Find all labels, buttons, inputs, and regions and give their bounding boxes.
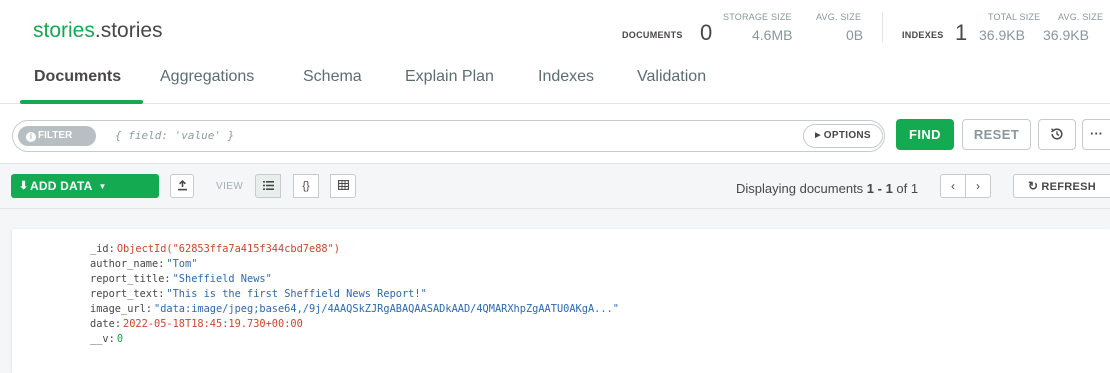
refresh-icon: ↻ (1027, 179, 1039, 193)
refresh-button[interactable]: ↻ REFRESH (1013, 174, 1110, 198)
display-total: 1 (910, 181, 919, 196)
json-view-icon: {} (302, 180, 310, 192)
filter-input[interactable]: { field: 'value' } (115, 129, 234, 142)
storage-size-label: STORAGE SIZE (723, 12, 792, 22)
documents-count: 0 (700, 20, 713, 45)
avg-size-label: AVG. SIZE (816, 12, 862, 22)
display-range: 1 - 1 (866, 181, 893, 196)
field-value: ObjectId("62853ffa7a415f344cbd7e88") (116, 243, 340, 255)
refresh-label: REFRESH (1041, 181, 1097, 193)
avg-size-value: 0B (846, 27, 864, 43)
collection-tabs: Documents Aggregations Schema Explain Pl… (0, 60, 1110, 104)
tab-validation[interactable]: Validation (637, 68, 706, 86)
document-field: author_name: "Tom" (90, 258, 198, 270)
field-key: __v (90, 333, 109, 345)
tab-schema[interactable]: Schema (303, 68, 362, 86)
document-field: date: 2022-05-18T18:45:19.730+00:00 (90, 318, 303, 330)
total-size-value: 36.9KB (979, 27, 1025, 43)
namespace-collection: .stories (94, 19, 163, 42)
download-icon: ⬇ (19, 180, 29, 192)
find-button[interactable]: FIND (896, 119, 954, 150)
more-options-button[interactable]: ··· (1082, 119, 1110, 150)
options-button[interactable]: ▶ OPTIONS (803, 124, 883, 148)
add-data-button[interactable]: ⬇ ADD DATA ▼ (11, 174, 159, 198)
chevron-left-icon: ‹ (951, 179, 955, 193)
tab-indexes[interactable]: Indexes (538, 68, 594, 86)
list-view-button[interactable] (255, 174, 281, 198)
tab-documents[interactable]: Documents (34, 68, 121, 86)
total-size-label: TOTAL SIZE (988, 12, 1041, 22)
tab-explain-plan[interactable]: Explain Plan (405, 68, 494, 86)
document-field: _id: ObjectId("62853ffa7a415f344cbd7e88") (90, 243, 340, 255)
field-key: _id (90, 243, 109, 255)
field-value: "data:image/jpeg;base64,/9j/4AAQSkZJRgAB… (154, 303, 619, 315)
indexes-label: INDEXES (902, 30, 944, 40)
prev-page-button[interactable]: ‹ (940, 174, 966, 198)
document-list: _id: ObjectId("62853ffa7a415f344cbd7e88")… (0, 209, 1110, 373)
storage-size-value: 4.6MB (752, 27, 793, 43)
table-view-button[interactable] (330, 174, 356, 198)
tab-aggregations[interactable]: Aggregations (160, 68, 254, 86)
query-bar: i FILTER { field: 'value' } ▶ OPTIONS FIND… (0, 104, 1110, 164)
display-of: of (892, 181, 911, 196)
field-value: 0 (116, 333, 124, 345)
info-icon: i (26, 132, 36, 142)
document-field: __v: 0 (90, 333, 124, 345)
field-value: "Sheffield News" (172, 273, 272, 285)
document-field: image_url: "data:image/jpeg;base64,/9j/4A… (90, 303, 619, 315)
field-key: image_url (90, 303, 146, 315)
json-view-button[interactable]: {} (293, 174, 319, 198)
indexes-count: 1 (955, 20, 968, 45)
chevron-right-icon: › (976, 179, 980, 193)
options-label: OPTIONS (823, 130, 871, 141)
field-value: 2022-05-18T18:45:19.730+00:00 (123, 318, 303, 330)
history-icon (1050, 128, 1063, 140)
documents-toolbar: ⬇ ADD DATA ▼ VIEW {} Displaying documents … (0, 164, 1110, 209)
display-prefix: Displaying documents (736, 181, 867, 196)
query-history-button[interactable] (1038, 119, 1076, 150)
caret-right-icon: ▶ (815, 132, 821, 139)
export-button[interactable] (170, 174, 194, 198)
documents-label: DOCUMENTS (622, 30, 683, 40)
namespace-db: stories (33, 19, 95, 42)
view-label: VIEW (216, 181, 244, 192)
filter-badge-label: FILTER (38, 130, 73, 141)
filter-badge: i FILTER (18, 126, 96, 146)
field-value: "Tom" (166, 258, 198, 270)
caret-down-icon: ▼ (98, 182, 107, 191)
list-view-icon (262, 181, 274, 190)
add-data-label: ADD DATA (30, 179, 93, 193)
index-avg-size-label: AVG. SIZE (1058, 12, 1104, 22)
field-key: date (90, 318, 115, 330)
table-view-icon (337, 180, 349, 190)
collection-header: stories.stories DOCUMENTS 0 STORAGE SIZE… (0, 0, 1110, 60)
export-icon (177, 179, 187, 191)
field-key: author_name (90, 258, 159, 270)
namespace-title: stories.stories (33, 19, 163, 43)
index-avg-size-value: 36.9KB (1043, 27, 1089, 43)
document-card[interactable]: _id: ObjectId("62853ffa7a415f344cbd7e88")… (12, 229, 1110, 373)
pagination-summary: Displaying documents 1 - 1 of 1 (736, 181, 918, 196)
field-value: "This is the first Sheffield News Report… (166, 288, 427, 300)
document-field: report_title: "Sheffield News" (90, 273, 272, 285)
field-key: report_text (90, 288, 159, 300)
next-page-button[interactable]: › (965, 174, 991, 198)
filter-box[interactable]: i FILTER { field: 'value' } ▶ OPTIONS (12, 120, 885, 152)
reset-button[interactable]: RESET (962, 119, 1031, 150)
header-divider (882, 12, 883, 42)
field-key: report_title (90, 273, 165, 285)
document-field: report_text: "This is the first Sheffield… (90, 288, 427, 300)
